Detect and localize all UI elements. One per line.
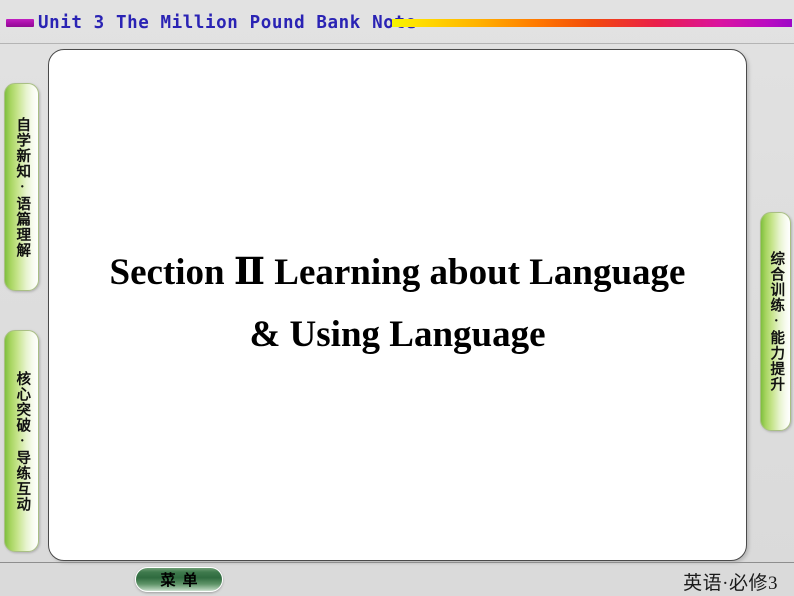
section-title-line-1: Section Ⅱ Learning about Language [109,252,686,293]
sidebar-tab-label: 核心突破·导练互动 [14,370,31,512]
content-panel: Section Ⅱ Learning about Language & Usin… [48,49,747,561]
purple-dash-icon [6,19,34,27]
sidebar-tab-label: 综合训练·能力提升 [768,251,785,392]
sidebar-tab-self-study[interactable]: 自学新知·语篇理解 [4,83,39,291]
header-band: Unit 3 The Million Pound Bank Note [0,0,794,44]
rainbow-gradient-bar-icon [392,19,792,27]
page-title: Unit 3 The Million Pound Bank Note [38,13,417,33]
section-title-line-2: & Using Language [249,314,546,355]
sidebar-tab-core-breakthrough[interactable]: 核心突破·导练互动 [4,330,39,552]
header-divider [0,43,794,44]
sidebar-tab-label: 自学新知·语篇理解 [14,116,31,258]
footer-edition-label: 英语·必修3 [683,573,778,594]
footer-divider [0,562,794,563]
menu-button-label: 菜单 [160,573,205,589]
menu-button[interactable]: 菜单 [135,567,223,592]
slide-root: Unit 3 The Million Pound Bank Note 自学新知·… [0,0,794,596]
section-title: Section Ⅱ Learning about Language & Usin… [49,242,746,366]
sidebar-tab-comprehensive-training[interactable]: 综合训练·能力提升 [760,212,791,431]
